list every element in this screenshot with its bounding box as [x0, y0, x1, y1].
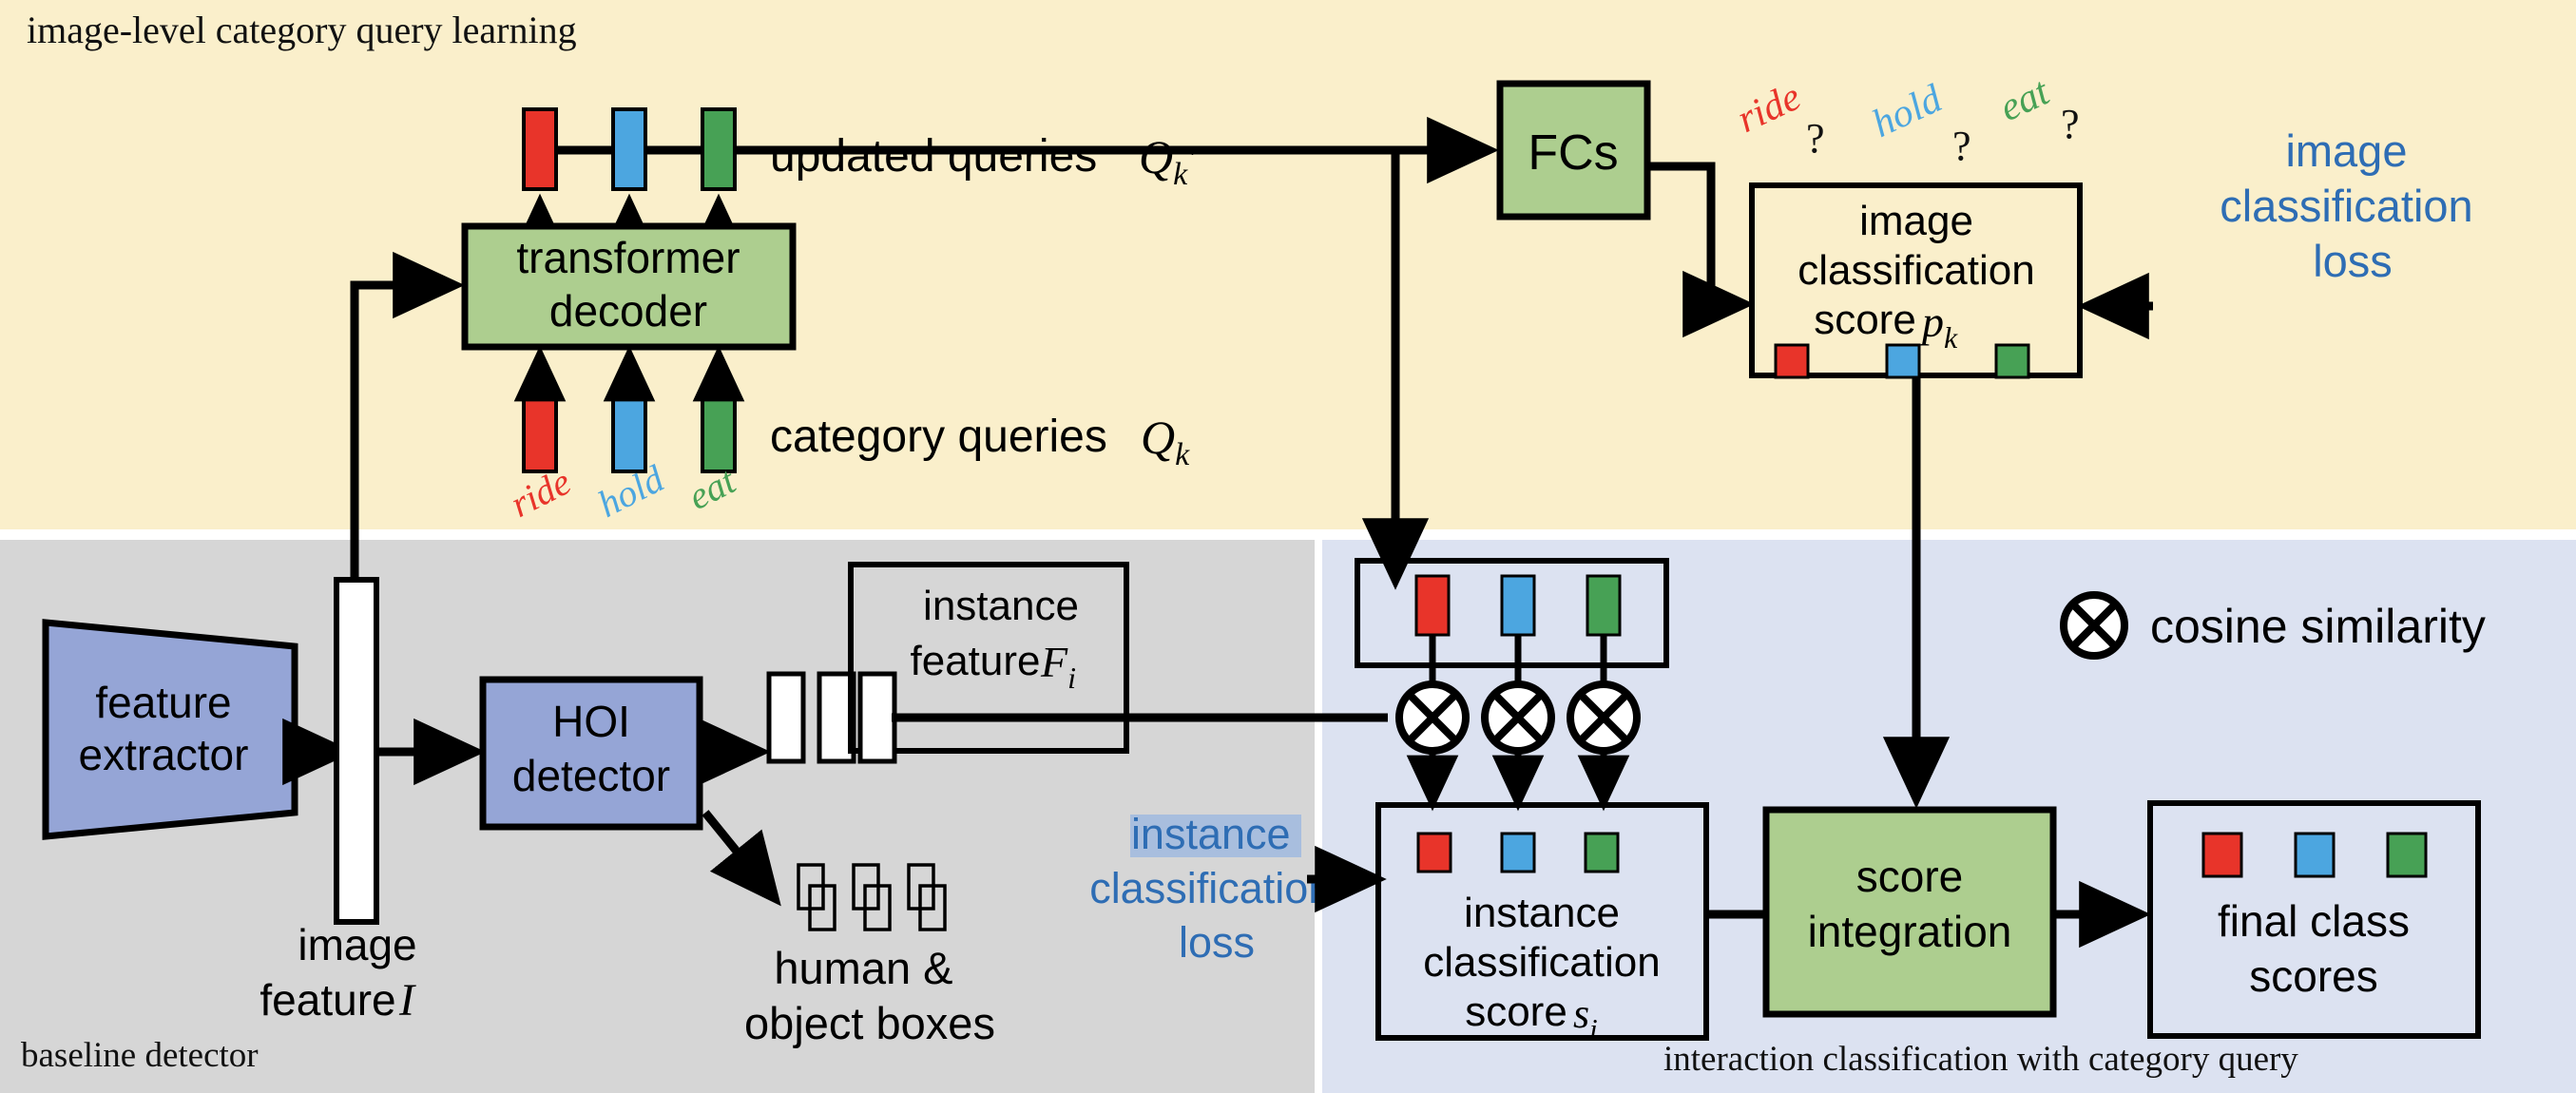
instance-token-3: [857, 671, 897, 764]
bottom-left-panel-title: baseline detector: [21, 1036, 259, 1075]
category-query-chip-red: [522, 390, 558, 473]
feature-extractor-line2: extractor: [79, 730, 249, 779]
image-feature-symbol: I: [398, 975, 416, 1026]
image-classification-line1: image: [1859, 198, 1973, 244]
final-score-swatch-red: [2201, 832, 2243, 878]
fcs-label: FCs: [1528, 125, 1618, 181]
image-feature-label-line2: feature: [260, 975, 395, 1025]
final-score-swatch-blue: [2294, 832, 2336, 878]
updated-query-chip-green: [701, 107, 737, 191]
updated-queries-label: updated queries: [770, 131, 1097, 182]
top-panel-title: image-level category query learning: [27, 9, 577, 51]
category-query-chip-blue: [611, 390, 647, 473]
legend-cosine-similarity-label: cosine similarity: [2150, 600, 2486, 653]
strip-swatch-blue: [1500, 574, 1536, 637]
score-integration-line1: score: [1856, 852, 1963, 901]
score-integration-line2: integration: [1808, 907, 2012, 956]
diagram-canvas: image-level category query learning base…: [0, 0, 2576, 1093]
feature-extractor-line1: feature: [95, 678, 231, 727]
fcs-box[interactable]: FCs: [1496, 80, 1651, 221]
image-score-swatch-blue: [1885, 343, 1921, 379]
updated-query-chip-blue: [611, 107, 647, 191]
hoi-detector-line1: HOI: [552, 697, 630, 746]
transformer-decoder-label-line2: decoder: [549, 286, 707, 336]
instance-feature-line2: feature: [911, 638, 1041, 684]
cosine-similarity-icon-1: [1395, 681, 1470, 755]
instance-score-swatch-blue: [1500, 832, 1536, 873]
final-score-swatch-green: [2386, 832, 2428, 878]
hoi-detector-box[interactable]: HOI detector: [479, 676, 703, 831]
panel-top-category-query-learning: [0, 0, 2576, 529]
instance-feature-line1: instance: [923, 583, 1079, 629]
category-query-chip-green: [701, 390, 737, 473]
transformer-decoder-box[interactable]: transformer decoder: [461, 222, 797, 351]
hoi-detector-line2: detector: [512, 751, 670, 800]
final-class-scores-line1: final class: [2218, 896, 2410, 946]
instance-score-swatch-red: [1416, 832, 1452, 873]
svg-text:?: ?: [1806, 115, 1825, 162]
feature-extractor-box[interactable]: feature extractor: [42, 619, 298, 840]
instance-score-swatch-green: [1584, 832, 1620, 873]
image-feature-label: image: [298, 920, 416, 969]
image-classification-line2: classification: [1797, 247, 2034, 294]
instance-score-line3: score: [1465, 988, 1567, 1035]
transformer-decoder-label-line1: transformer: [516, 233, 740, 282]
category-queries-label: category queries: [770, 412, 1107, 462]
bottom-right-panel-title: interaction classification with category…: [1663, 1040, 2298, 1079]
strip-swatch-red: [1414, 574, 1451, 637]
updated-query-chip-red: [522, 107, 558, 191]
image-feature-bar: [334, 577, 379, 925]
cosine-similarity-icon-2: [1481, 681, 1555, 755]
instance-token-1: [766, 671, 806, 764]
svg-text:?: ?: [2061, 101, 2080, 147]
cosine-similarity-icon-3: [1567, 681, 1641, 755]
instance-score-line1: instance: [1464, 890, 1620, 936]
instance-score-line2: classification: [1423, 939, 1660, 986]
svg-text:?: ?: [1952, 123, 1971, 169]
image-score-swatch-green: [1994, 343, 2030, 379]
image-classification-line3: score: [1814, 297, 1916, 343]
strip-swatch-green: [1586, 574, 1622, 637]
final-class-scores-line2: scores: [2249, 951, 2377, 1001]
score-integration-box[interactable]: score integration: [1762, 806, 2057, 1018]
image-score-swatch-red: [1774, 343, 1810, 379]
